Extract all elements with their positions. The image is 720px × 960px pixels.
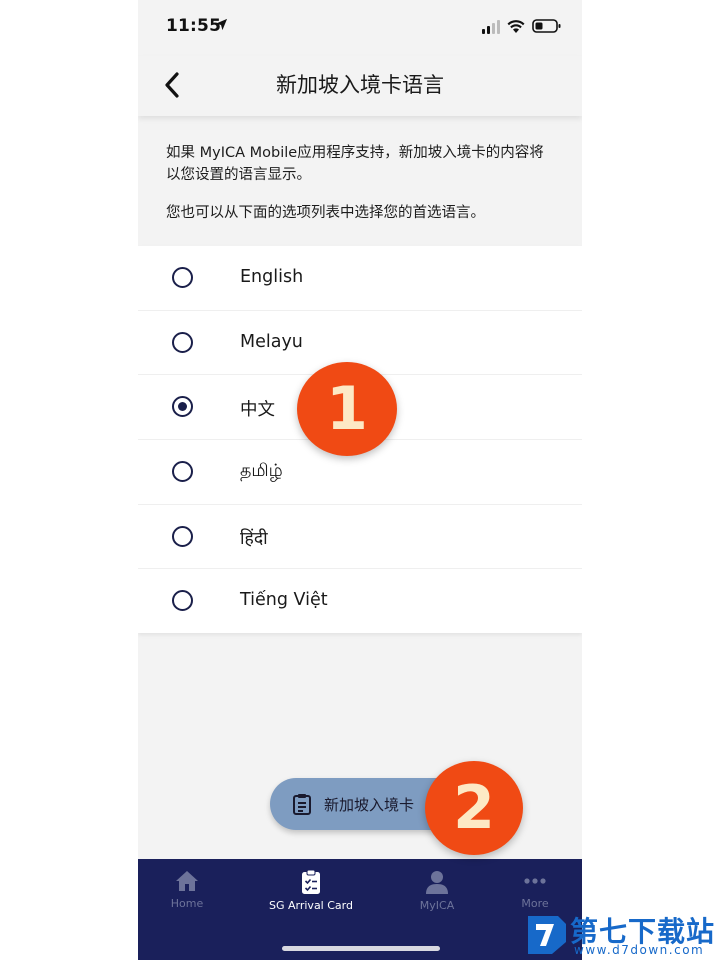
description-paragraph-1: 如果 MyICA Mobile应用程序支持，新加坡入境卡的内容将以您设置的语言显… [166,145,544,183]
status-time: 11:55 [166,16,222,36]
watermark-url: www.d7down.com [574,943,705,957]
status-bar: 11:55 [138,0,582,56]
language-option-label: हिंदी [240,528,268,549]
nav-item-more[interactable]: More [480,869,582,910]
page-title: 新加坡入境卡语言 [276,73,444,97]
radio-button[interactable] [172,461,193,483]
radio-button[interactable] [172,590,193,612]
language-description: 如果 MyICA Mobile应用程序支持，新加坡入境卡的内容将以您设置的语言显… [166,142,558,240]
watermark: 第七下载站 www.d7down.com [524,912,720,960]
nav-label: Home [170,897,204,910]
radio-button[interactable] [172,331,193,353]
language-option-hindi[interactable]: हिंदी [138,505,582,570]
header-bar: 新加坡入境卡语言 [138,56,582,116]
language-option-label: English [240,267,304,287]
clipboard-icon [293,794,311,815]
nav-item-sg-arrival-card[interactable]: SG Arrival Card [256,869,366,912]
nav-item-home[interactable]: Home [138,869,242,910]
home-icon [176,871,198,891]
more-dots-icon [524,878,546,884]
nav-label: More [521,897,549,910]
watermark-logo-icon [528,916,566,954]
radio-button[interactable] [172,525,193,547]
bottom-navigation: Home SG Arrival Card MyICA More [138,859,582,960]
nav-item-myica[interactable]: MyICA [382,869,492,912]
radio-button-selected[interactable] [172,396,193,418]
language-option-label: 中文 [240,400,275,421]
phone-screen: 11:55 新加坡入境卡语言 如果 MyICA Mobile应用程序支持，新加坡… [138,0,582,960]
fab-label: 新加坡入境卡 [324,796,415,814]
nav-label: SG Arrival Card [269,899,353,912]
language-option-english[interactable]: English [138,246,582,311]
language-option-vietnamese[interactable]: Tiếng Việt [138,569,582,633]
description-paragraph-2: 您也可以从下面的选项列表中选择您的首选语言。 [166,205,485,221]
signal-icon [482,20,500,34]
radio-button[interactable] [172,267,193,288]
battery-icon [532,19,561,33]
nav-label: MyICA [419,899,455,912]
location-arrow-icon [215,18,228,31]
language-option-label: Melayu [240,331,303,352]
wifi-icon [507,20,525,33]
person-icon [426,871,448,894]
language-option-label: Tiếng Việt [240,590,328,611]
annotation-badge-2: 2 [425,761,523,855]
home-indicator [282,946,440,951]
language-option-label: தமிழ் [240,461,283,482]
annotation-badge-1: 1 [297,362,397,456]
clipboard-check-icon [302,869,320,894]
